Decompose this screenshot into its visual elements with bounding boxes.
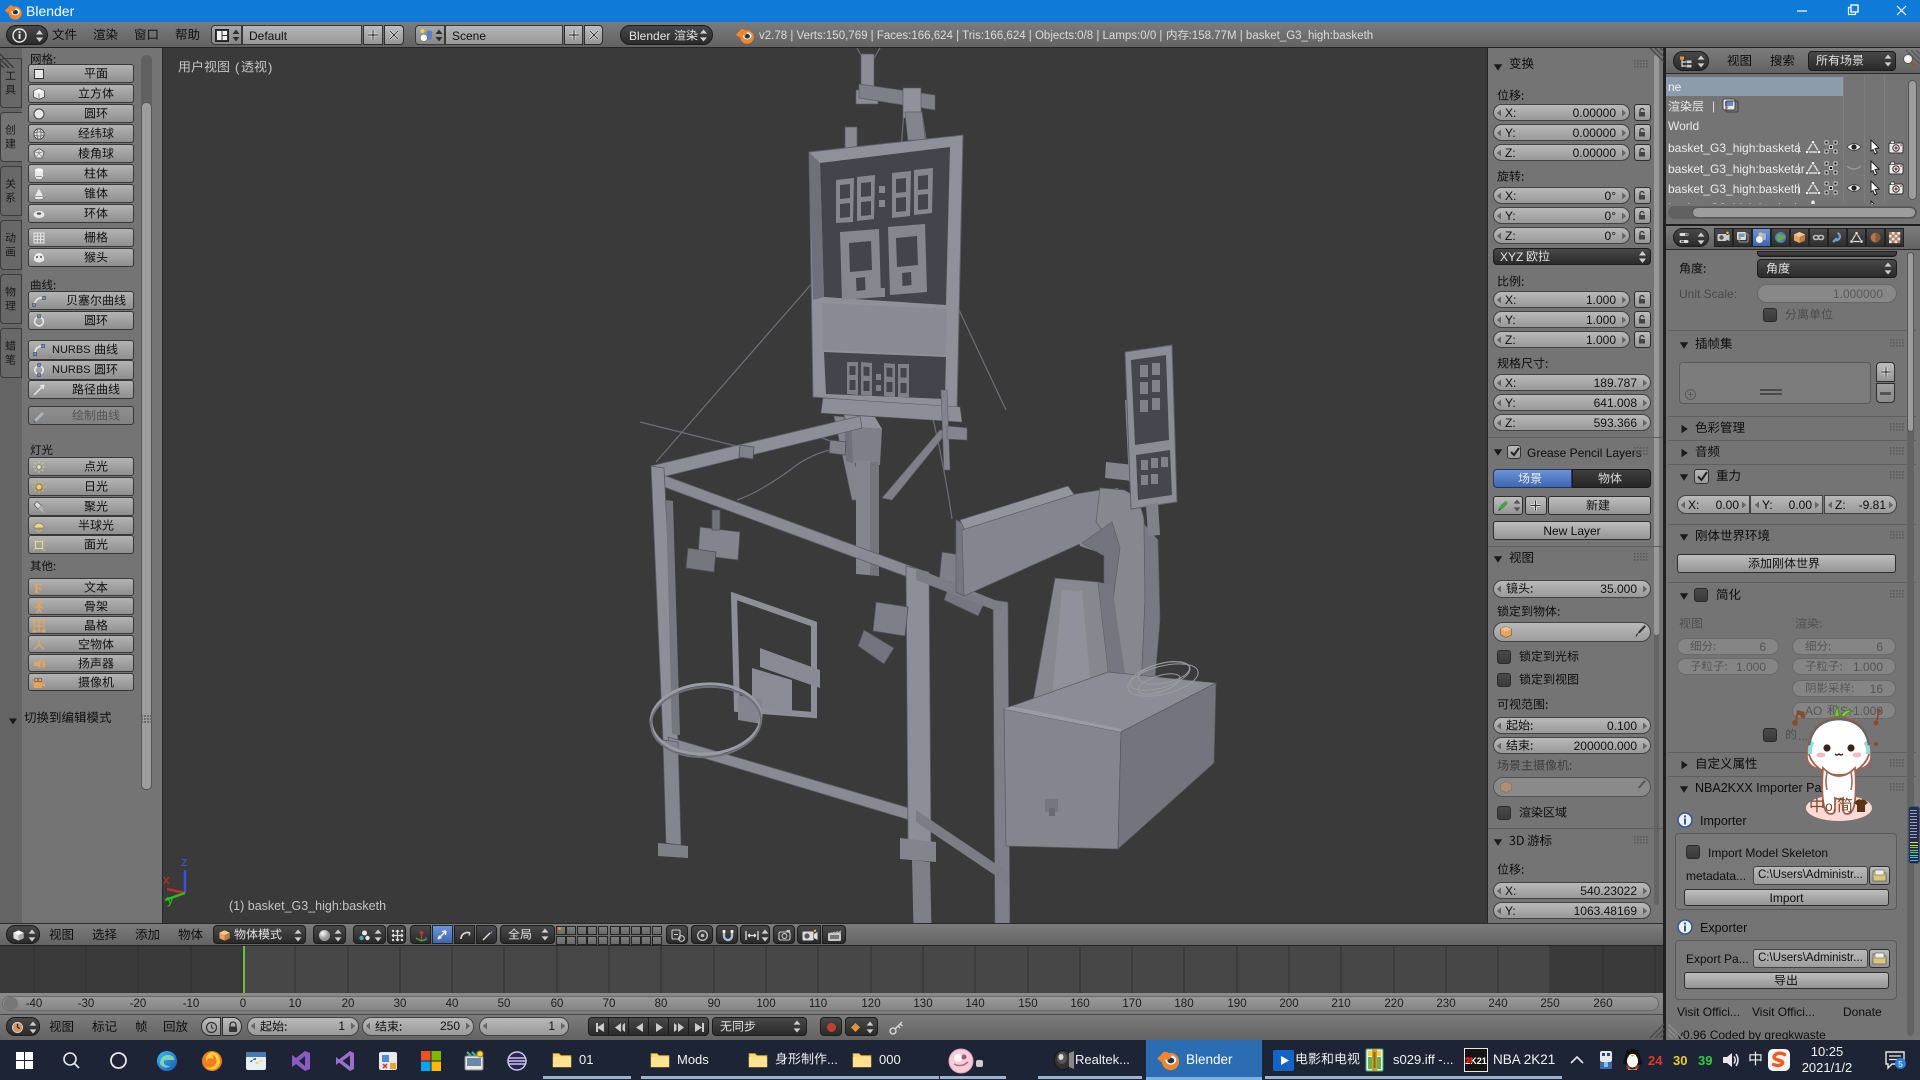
- svg-text:20: 20: [342, 998, 355, 1010]
- svg-text:100: 100: [756, 998, 775, 1010]
- svg-text:70: 70: [603, 998, 616, 1010]
- svg-text:180: 180: [1174, 998, 1193, 1010]
- svg-text:-20: -20: [130, 998, 147, 1010]
- svg-text:210: 210: [1331, 998, 1350, 1010]
- svg-text:250: 250: [1540, 998, 1559, 1010]
- svg-text:220: 220: [1384, 998, 1403, 1010]
- svg-text:130: 130: [913, 998, 932, 1010]
- svg-text:160: 160: [1070, 998, 1089, 1010]
- svg-text:50: 50: [498, 998, 511, 1010]
- svg-text:170: 170: [1122, 998, 1141, 1010]
- svg-text:120: 120: [861, 998, 880, 1010]
- svg-text:200: 200: [1279, 998, 1298, 1010]
- svg-text:5: 5: [1898, 1059, 1903, 1069]
- svg-text:90: 90: [708, 998, 721, 1010]
- svg-text:260: 260: [1593, 998, 1612, 1010]
- svg-text:x: x: [163, 872, 170, 887]
- svg-text:240: 240: [1488, 998, 1507, 1010]
- svg-text:y: y: [167, 892, 174, 907]
- svg-text:60: 60: [551, 998, 564, 1010]
- svg-text:150: 150: [1018, 998, 1037, 1010]
- svg-text:40: 40: [446, 998, 459, 1010]
- svg-text:-10: -10: [183, 998, 200, 1010]
- svg-text:80: 80: [655, 998, 668, 1010]
- svg-text:0: 0: [240, 998, 246, 1010]
- svg-text:140: 140: [965, 998, 984, 1010]
- svg-text:F: F: [34, 582, 43, 595]
- svg-text:30: 30: [394, 998, 407, 1010]
- svg-text:-40: -40: [26, 998, 43, 1010]
- svg-text:230: 230: [1436, 998, 1455, 1010]
- svg-text:z: z: [181, 854, 188, 869]
- svg-text:110: 110: [809, 998, 827, 1010]
- svg-text:10: 10: [289, 998, 302, 1010]
- svg-text:190: 190: [1227, 998, 1246, 1010]
- svg-text:-30: -30: [78, 998, 95, 1010]
